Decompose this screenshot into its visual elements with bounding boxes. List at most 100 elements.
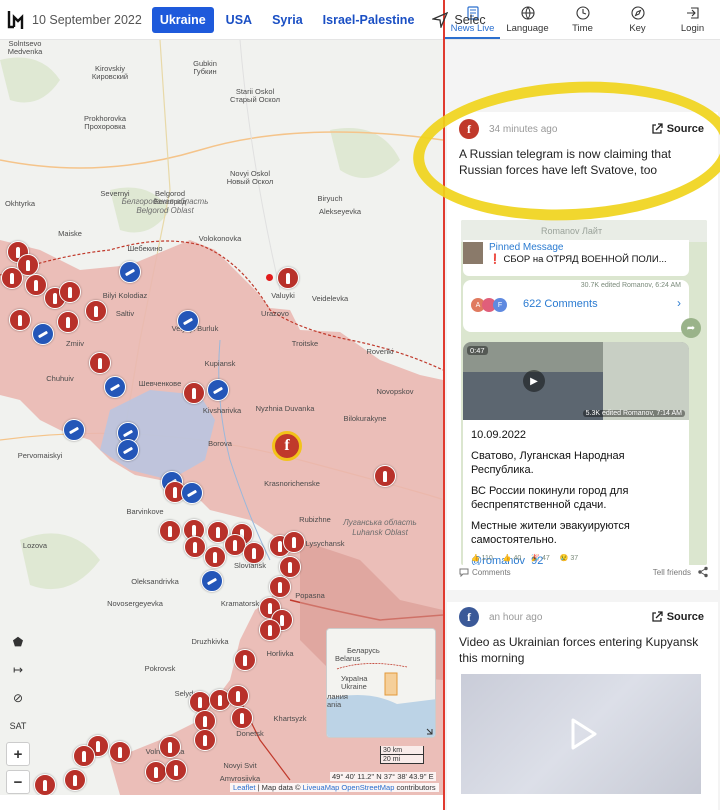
explosion-marker[interactable] bbox=[85, 300, 107, 322]
ukraine-marker[interactable] bbox=[181, 482, 203, 504]
osm-link[interactable]: OpenStreetMap bbox=[341, 783, 394, 792]
tell-friends-label: Tell friends bbox=[652, 567, 691, 577]
tab-usa[interactable]: USA bbox=[218, 7, 260, 33]
explosion-marker[interactable] bbox=[184, 536, 206, 558]
explosion-marker[interactable] bbox=[109, 741, 131, 763]
liveuamap-link[interactable]: LiveuaMap bbox=[303, 783, 340, 792]
pinned-title: Pinned Message bbox=[489, 242, 564, 253]
polygon-tool-icon[interactable]: ⬟ bbox=[6, 630, 30, 654]
news-card[interactable]: f 34 minutes ago Source A Russian telegr… bbox=[447, 112, 718, 590]
map-view[interactable]: Solntsevo Medvenka Kirovskiy Кировский G… bbox=[0, 40, 443, 795]
ukraine-marker[interactable] bbox=[117, 439, 139, 461]
facebook-icon: f bbox=[459, 607, 479, 627]
reaction[interactable]: 👍 110 bbox=[471, 554, 493, 562]
map-label: Horlivka bbox=[266, 649, 294, 658]
explosion-marker[interactable] bbox=[59, 281, 81, 303]
explosion-marker[interactable] bbox=[259, 619, 281, 641]
ukraine-marker[interactable] bbox=[63, 419, 85, 441]
explosion-marker[interactable] bbox=[183, 382, 205, 404]
select-region-button[interactable]: Selec bbox=[432, 11, 486, 28]
video-preview[interactable]: 0:47 ▶ 5.3K edited Romanov, 7:14 AM bbox=[463, 342, 689, 420]
nav-time[interactable]: Time bbox=[555, 0, 610, 39]
video-thumbnail[interactable] bbox=[461, 674, 701, 794]
news-card[interactable]: f an hour ago Source Video as Ukrainian … bbox=[447, 602, 718, 810]
explosion-marker[interactable] bbox=[57, 311, 79, 333]
explosion-marker[interactable] bbox=[89, 352, 111, 374]
explosion-marker[interactable] bbox=[269, 576, 291, 598]
tab-syria[interactable]: Syria bbox=[264, 7, 311, 33]
explosion-marker[interactable] bbox=[145, 761, 167, 783]
nav-language[interactable]: Language bbox=[500, 0, 555, 39]
news-feed[interactable]: f 34 minutes ago Source A Russian telegr… bbox=[445, 40, 720, 810]
satellite-toggle[interactable]: SAT bbox=[6, 714, 30, 738]
reaction[interactable]: 😢 37 bbox=[560, 554, 578, 562]
explosion-marker[interactable] bbox=[243, 542, 265, 564]
ukraine-marker[interactable] bbox=[177, 310, 199, 332]
attribution-separator: | Map data © bbox=[255, 783, 303, 792]
map-attribution: Leaflet | Map data © LiveuaMap OpenStree… bbox=[230, 783, 439, 792]
ukraine-marker[interactable] bbox=[201, 570, 223, 592]
ukraine-marker[interactable] bbox=[207, 379, 229, 401]
nav-login[interactable]: Login bbox=[665, 0, 720, 39]
map-label: Прохоровка bbox=[84, 122, 126, 131]
map-label: Borova bbox=[208, 439, 232, 448]
source-link[interactable]: Source bbox=[651, 123, 704, 135]
attribution-suffix: contributors bbox=[394, 783, 436, 792]
zoom-in-button[interactable]: + bbox=[6, 742, 30, 766]
explosion-marker[interactable] bbox=[374, 465, 396, 487]
explosion-marker[interactable] bbox=[204, 546, 226, 568]
arrow-tool-icon[interactable]: ↦ bbox=[6, 658, 30, 682]
tell-friends-button[interactable]: Tell friends bbox=[653, 566, 709, 578]
oblast-label: Luhansk Oblast bbox=[352, 528, 408, 537]
source-link[interactable]: Source bbox=[651, 611, 704, 623]
explosion-marker[interactable] bbox=[64, 769, 86, 791]
explosion-marker[interactable] bbox=[194, 729, 216, 751]
reaction[interactable]: 🎉 47 bbox=[531, 554, 549, 562]
video-marker[interactable] bbox=[104, 376, 126, 398]
location-dot[interactable] bbox=[266, 274, 273, 281]
share-arrow-icon[interactable]: ➦ bbox=[681, 318, 701, 338]
telegram-screenshot[interactable]: Romanov Лайт Pinned Message ❗ СБОР на ОТ… bbox=[461, 220, 707, 565]
ukraine-marker[interactable] bbox=[119, 261, 141, 283]
map-label: Старый Оскол bbox=[229, 95, 281, 104]
map-label: Valuyki bbox=[271, 291, 295, 300]
comments-count[interactable]: 622 Comments bbox=[523, 298, 598, 310]
explosion-marker[interactable] bbox=[227, 685, 249, 707]
ukraine-marker[interactable] bbox=[32, 323, 54, 345]
explosion-marker[interactable] bbox=[159, 520, 181, 542]
pinned-bar[interactable]: Pinned Message ❗ СБОР на ОТРЯД ВОЕННОЙ П… bbox=[463, 240, 689, 276]
facebook-event-marker[interactable]: f bbox=[272, 431, 302, 461]
explosion-marker[interactable] bbox=[25, 274, 47, 296]
select-label: Selec bbox=[454, 12, 486, 27]
nav-key[interactable]: Key bbox=[610, 0, 665, 39]
explosion-marker[interactable] bbox=[231, 707, 253, 729]
explosion-marker[interactable] bbox=[73, 745, 95, 767]
comments-button[interactable]: Comments bbox=[459, 567, 511, 577]
explosion-marker[interactable] bbox=[279, 556, 301, 578]
explosion-marker[interactable] bbox=[1, 267, 23, 289]
card-text: Video as Ukrainian forces entering Kupya… bbox=[459, 635, 699, 665]
explosion-marker[interactable] bbox=[34, 774, 56, 795]
play-icon[interactable]: ▶ bbox=[523, 370, 545, 392]
explosion-marker[interactable] bbox=[234, 649, 256, 671]
leaflet-link[interactable]: Leaflet bbox=[233, 783, 256, 792]
liveuamap-logo[interactable] bbox=[6, 0, 26, 40]
explosion-marker[interactable] bbox=[277, 267, 299, 289]
tab-ukraine[interactable]: Ukraine bbox=[151, 6, 214, 33]
explosion-marker[interactable] bbox=[9, 309, 31, 331]
play-icon[interactable] bbox=[561, 714, 601, 754]
map-label: Maiske bbox=[58, 229, 82, 238]
zoom-out-button[interactable]: − bbox=[6, 770, 30, 794]
date-label[interactable]: 10 September 2022 bbox=[32, 13, 142, 27]
hide-icon[interactable]: ⊘ bbox=[6, 686, 30, 710]
telegram-text: 10.09.2022 Сватово, Луганская Народная Р… bbox=[463, 422, 689, 565]
explosion-marker[interactable] bbox=[159, 736, 181, 758]
reaction[interactable]: 👍 40 bbox=[503, 554, 521, 562]
explosion-marker[interactable] bbox=[283, 531, 305, 553]
tab-israel-palestine[interactable]: Israel-Palestine bbox=[315, 7, 423, 33]
minimap[interactable]: Беларусь Belarus Україна Ukraine лания a… bbox=[326, 628, 436, 738]
telegram-post: 0:47 ▶ 5.3K edited Romanov, 7:14 AM 10.0… bbox=[463, 342, 689, 565]
map-label: Rubizhne bbox=[299, 515, 331, 524]
explosion-marker[interactable] bbox=[165, 759, 187, 781]
external-link-icon bbox=[652, 123, 663, 134]
